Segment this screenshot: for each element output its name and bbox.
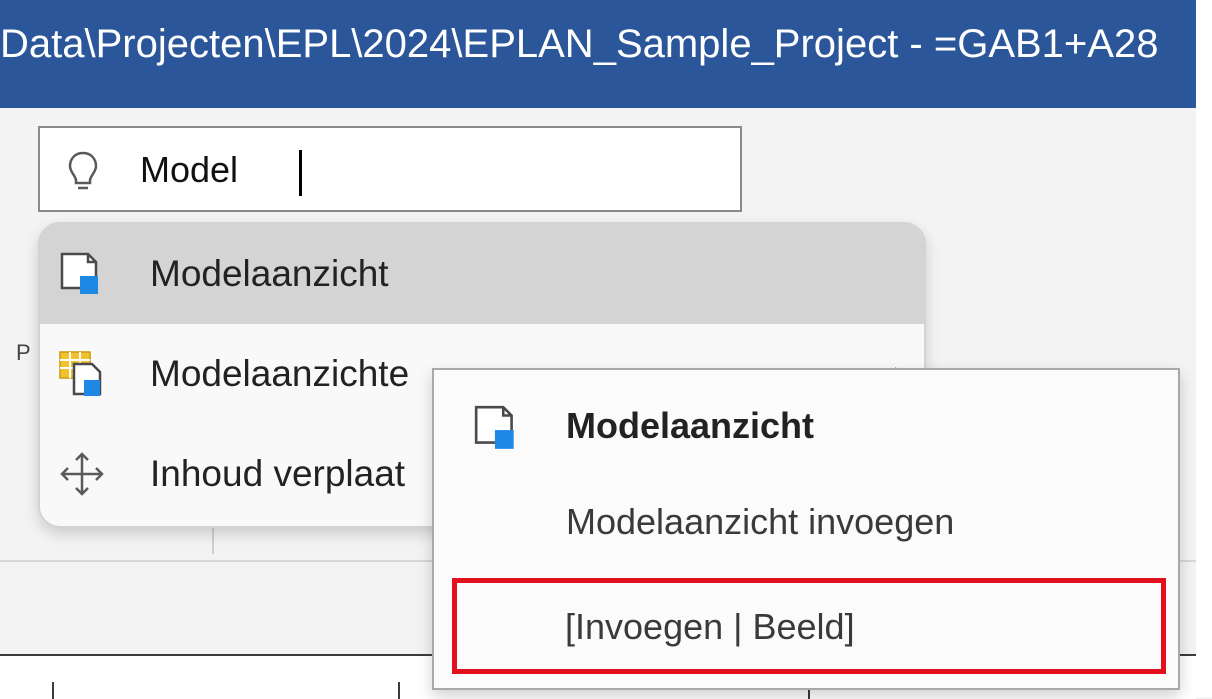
window-title: Data\Projecten\EPL\2024\EPLAN_Sample_Pro…	[0, 22, 1159, 66]
search-input[interactable]	[140, 142, 700, 198]
submenu-title: Modelaanzicht	[566, 405, 815, 446]
model-views-table-icon	[59, 351, 102, 396]
submenu-panel: Modelaanzicht Modelaanzicht invoegen [In…	[432, 368, 1180, 690]
submenu-item-modelaanzicht-invoegen[interactable]: Modelaanzicht invoegen	[566, 490, 954, 554]
window-titlebar: Data\Projecten\EPL\2024\EPLAN_Sample_Pro…	[0, 0, 1196, 108]
text-caret	[299, 150, 302, 196]
move-arrows-icon	[60, 452, 104, 496]
command-location-highlight: [Invoegen | Beeld]	[452, 578, 1166, 674]
ruler-tick	[398, 682, 400, 699]
lightbulb-icon	[68, 151, 98, 190]
model-view-icon	[474, 405, 514, 449]
command-location-hint: [Invoegen | Beeld]	[565, 606, 855, 647]
search-box[interactable]	[38, 126, 742, 212]
menu-item-modelaanzicht[interactable]: Modelaanzicht	[40, 224, 924, 324]
window-edge	[1196, 0, 1212, 697]
menu-item-label: Modelaanzichte	[150, 353, 410, 394]
menu-item-label: Modelaanzicht	[150, 253, 389, 294]
model-view-icon	[60, 252, 98, 294]
menu-item-label: Inhoud verplaat	[150, 453, 406, 494]
ruler-tick	[52, 682, 54, 699]
background-glyph: P	[16, 340, 31, 365]
